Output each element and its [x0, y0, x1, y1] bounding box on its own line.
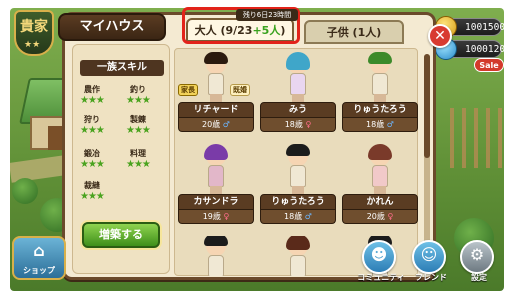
family-member-card[interactable] [260, 236, 336, 276]
skill-fishing[interactable]: 釣り ★★★ [126, 84, 170, 106]
family-member-card[interactable]: りゅうたろう 18歳 ♂ [342, 52, 418, 134]
tab-children[interactable]: 子供 (1人) [304, 20, 404, 44]
member-age: 19歳 [202, 212, 221, 221]
character-avatar [202, 52, 230, 102]
skill-name: 裁縫 [84, 181, 100, 190]
shop-button[interactable]: ⌂ ショップ [12, 236, 66, 280]
panel-title: マイハウス [58, 13, 166, 41]
skill-stars: ★★★ [80, 125, 105, 136]
member-age-row: 20歳 ♀ [342, 210, 418, 224]
member-age-row: 19歳 ♀ [178, 210, 254, 224]
friend-icon: ☺ [420, 245, 438, 264]
crest-text: 貴家 [20, 19, 48, 35]
member-age: 18歳 [284, 120, 303, 129]
married-badge: 既婚 [230, 84, 250, 96]
member-age: 18歳 [284, 212, 303, 221]
member-name: カサンドラ [178, 194, 254, 210]
skill-name: 製錬 [130, 115, 146, 124]
close-icon: ✕ [434, 28, 446, 44]
character-avatar [284, 52, 312, 102]
skill-name: 釣り [130, 85, 146, 94]
friend-label: フレンド [415, 273, 447, 282]
skill-stars: ★★★ [126, 159, 151, 170]
house-door [48, 126, 62, 150]
family-member-card[interactable]: かれん 20歳 ♀ [342, 144, 418, 226]
member-age-row: 18歳 ♂ [260, 210, 336, 224]
clan-skills-header: 一族スキル [80, 60, 164, 76]
skill-name: 料理 [130, 149, 146, 158]
family-member-card[interactable]: みう 18歳 ♀ [260, 52, 336, 134]
family-member-card[interactable]: 家長 既婚 リチャード 20歳 ♂ [178, 52, 254, 134]
skill-sewing[interactable]: 裁縫 ★★★ [80, 180, 124, 202]
skill-stars: ★★★ [126, 125, 151, 136]
settings-button[interactable]: ⚙ 設定 [460, 240, 494, 282]
skill-smithing[interactable]: 鍛冶 ★★★ [80, 148, 124, 170]
community-icon: ☻ [370, 245, 388, 264]
character-avatar [284, 144, 312, 194]
skill-refining[interactable]: 製錬 ★★★ [126, 114, 170, 136]
close-button[interactable]: ✕ [428, 24, 452, 48]
skill-name: 農作 [84, 85, 100, 94]
character-avatar [284, 236, 312, 276]
scrollbar-thumb[interactable] [424, 54, 430, 158]
skill-farming[interactable]: 農作 ★★★ [80, 84, 124, 106]
skill-stars: ★★★ [80, 191, 105, 202]
expand-house-button[interactable]: 増築する [82, 222, 160, 248]
skill-stars: ★★★ [80, 95, 105, 106]
skill-cooking[interactable]: 料理 ★★★ [126, 148, 170, 170]
character-avatar [366, 144, 394, 194]
member-age-row: 20歳 ♂ [178, 118, 254, 132]
member-name: かれん [342, 194, 418, 210]
male-icon: ♂ [304, 212, 312, 221]
skill-name: 狩り [84, 115, 100, 124]
skill-name: 鍛冶 [84, 149, 100, 158]
member-name: みう [260, 102, 336, 118]
crest-stars: ★★ [24, 40, 41, 50]
male-icon: ♂ [386, 120, 394, 129]
settings-label: 設定 [471, 273, 487, 282]
community-button[interactable]: ☻ コミュニティ [357, 240, 405, 282]
character-avatar [366, 52, 394, 102]
family-member-card[interactable]: カサンドラ 19歳 ♀ [178, 144, 254, 226]
community-label: コミュニティ [357, 273, 405, 282]
gear-icon: ⚙ [469, 245, 485, 264]
fence [450, 108, 504, 168]
sale-badge[interactable]: Sale [474, 58, 504, 72]
member-name: りゅうたろう [260, 194, 336, 210]
family-head-badge: 家長 [178, 84, 198, 96]
member-age-row: 18歳 ♀ [260, 118, 336, 132]
friend-button[interactable]: ☺ フレンド [412, 240, 447, 282]
male-icon: ♂ [222, 120, 230, 129]
remaining-time-label: 残り6日23時間 [236, 9, 298, 21]
member-age: 18歳 [366, 120, 385, 129]
member-name: りゅうたろう [342, 102, 418, 118]
member-age: 20歳 [202, 120, 221, 129]
shop-icon: ⌂ [33, 241, 45, 260]
skill-stars: ★★★ [80, 159, 105, 170]
female-icon: ♀ [387, 212, 394, 221]
gem-value: 1000120 [465, 43, 506, 55]
character-avatar [202, 236, 230, 276]
shop-label: ショップ [23, 266, 55, 275]
female-icon: ♀ [305, 120, 312, 129]
skill-stars: ★★★ [126, 95, 151, 106]
family-member-card[interactable] [178, 236, 254, 276]
member-age-row: 18歳 ♂ [342, 118, 418, 132]
member-name: リチャード [178, 102, 254, 118]
skill-hunting[interactable]: 狩り ★★★ [80, 114, 124, 136]
tree [12, 178, 38, 204]
female-icon: ♀ [223, 212, 230, 221]
gold-value: 1001500 [465, 21, 506, 33]
character-avatar [202, 144, 230, 194]
member-age: 20歳 [366, 212, 385, 221]
family-member-card[interactable]: りゅうたろう 18歳 ♂ [260, 144, 336, 226]
